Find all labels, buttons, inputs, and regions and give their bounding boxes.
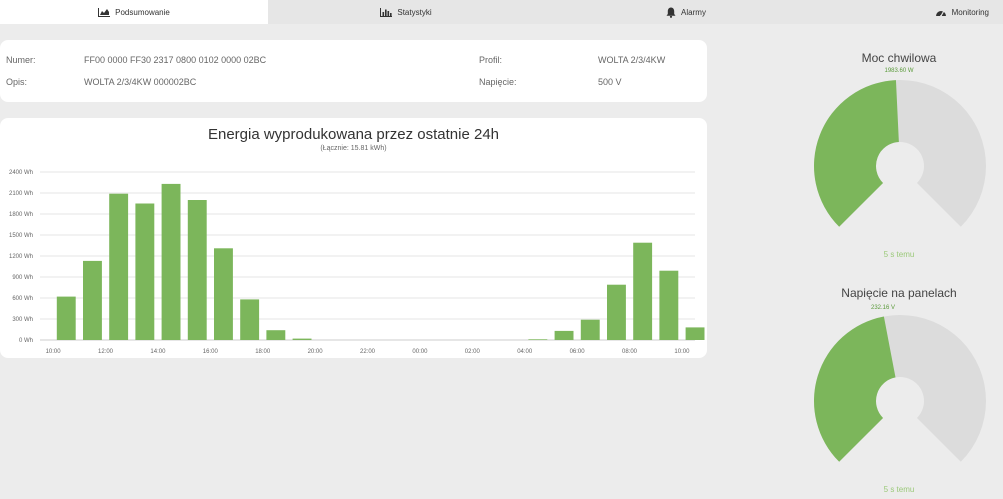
bar[interactable] <box>659 270 679 340</box>
gauge-voltage-value: 232.16 V <box>870 305 896 311</box>
x-tick-label: 16:00 <box>203 349 219 355</box>
top-nav: Podsumowanie Statystyki Alarmy Monitorin… <box>0 0 1003 24</box>
profil-label: Profil: <box>479 55 503 65</box>
energy-chart-card: 0 Wh 300 Wh 600 Wh 900 Wh 1200 Wh 1500 Wh 1800… <box>0 118 707 358</box>
x-tick-label: 22:00 <box>360 349 376 355</box>
x-tick-label: 00:00 <box>412 349 428 355</box>
x-tick-label: 04:00 <box>517 349 533 355</box>
bar[interactable] <box>135 203 155 341</box>
y-tick-label: 0 Wh <box>19 338 33 344</box>
chart-subtitle: (Łącznie: 15.81 kWh) <box>320 145 387 152</box>
bar[interactable] <box>187 200 207 340</box>
tab-label: Alarmy <box>681 7 706 17</box>
y-tick-label: 900 Wh <box>12 275 33 281</box>
power-gauge <box>814 80 986 227</box>
y-tick-label: 2100 Wh <box>9 191 33 197</box>
bar[interactable] <box>607 284 626 340</box>
tab-monitoring[interactable]: Monitoring <box>828 0 1003 24</box>
tab-podsumowanie[interactable]: Podsumowanie <box>0 0 268 24</box>
bar[interactable] <box>109 193 129 340</box>
bar[interactable] <box>633 242 653 340</box>
x-tick-label: 06:00 <box>570 349 586 355</box>
gauge-power-value: 1983.60 W <box>884 68 914 74</box>
bar[interactable] <box>214 248 233 340</box>
bell-icon <box>666 7 676 18</box>
y-tick-label: 1800 Wh <box>9 212 33 218</box>
chart-title: Energia wyprodukowana przez ostatnie 24h <box>207 126 499 143</box>
bar[interactable] <box>528 339 548 340</box>
numer-value: FF00 0000 FF30 2317 0800 0102 0000 02BC <box>84 55 267 65</box>
gauge-power-title: Moc chwilowa <box>861 51 937 65</box>
bar[interactable] <box>266 330 286 340</box>
bar[interactable] <box>56 296 76 340</box>
x-tick-label: 10:00 <box>674 349 690 355</box>
tab-alarmy[interactable]: Alarmy <box>544 0 828 24</box>
energy-bar-chart: 0 Wh 300 Wh 600 Wh 900 Wh 1200 Wh 1500 Wh 1800… <box>9 170 705 355</box>
profil-value: WOLTA 2/3/4KW <box>598 55 666 65</box>
y-tick-label: 300 Wh <box>12 317 33 323</box>
gauge-voltage-title: Napięcie na panelach <box>841 286 957 300</box>
bar[interactable] <box>240 299 260 340</box>
bar-chart-icon <box>380 7 393 17</box>
bar[interactable] <box>292 338 312 340</box>
bar[interactable] <box>161 183 181 340</box>
y-tick-label: 1200 Wh <box>9 254 33 260</box>
x-tick-label: 12:00 <box>98 349 114 355</box>
tab-label: Podsumowanie <box>115 7 170 17</box>
gauge-fill <box>814 316 896 462</box>
napiecie-label: Napięcie: <box>479 77 517 87</box>
opis-value: WOLTA 2/3/4KW 000002BC <box>84 77 197 87</box>
voltage-gauge <box>814 315 986 462</box>
bar[interactable] <box>83 260 102 340</box>
numer-label: Numer: <box>6 55 36 65</box>
x-tick-label: 08:00 <box>622 349 638 355</box>
gauge-voltage-updated: 5 s temu <box>883 485 915 494</box>
bar[interactable] <box>685 327 705 340</box>
x-tick-label: 10:00 <box>46 349 62 355</box>
bar[interactable] <box>580 319 600 340</box>
dashboard-icon <box>935 8 947 17</box>
x-tick-label: 02:00 <box>465 349 481 355</box>
y-tick-label: 1500 Wh <box>9 233 33 239</box>
y-tick-label: 2400 Wh <box>9 170 33 176</box>
tab-label: Statystyki <box>397 7 432 17</box>
x-tick-label: 20:00 <box>308 349 324 355</box>
napiecie-value: 500 V <box>598 77 622 87</box>
tab-label: Monitoring <box>951 7 989 17</box>
x-tick-label: 18:00 <box>255 349 271 355</box>
gauge-fill <box>814 80 899 227</box>
opis-label: Opis: <box>6 77 28 87</box>
x-tick-label: 14:00 <box>150 349 166 355</box>
y-tick-label: 600 Wh <box>12 296 33 302</box>
tab-statystyki[interactable]: Statystyki <box>268 0 544 24</box>
gauge-power-updated: 5 s temu <box>883 250 915 259</box>
device-info-card: Numer: FF00 0000 FF30 2317 0800 0102 000… <box>0 40 707 102</box>
area-chart-icon <box>98 7 111 17</box>
bar[interactable] <box>554 330 574 340</box>
